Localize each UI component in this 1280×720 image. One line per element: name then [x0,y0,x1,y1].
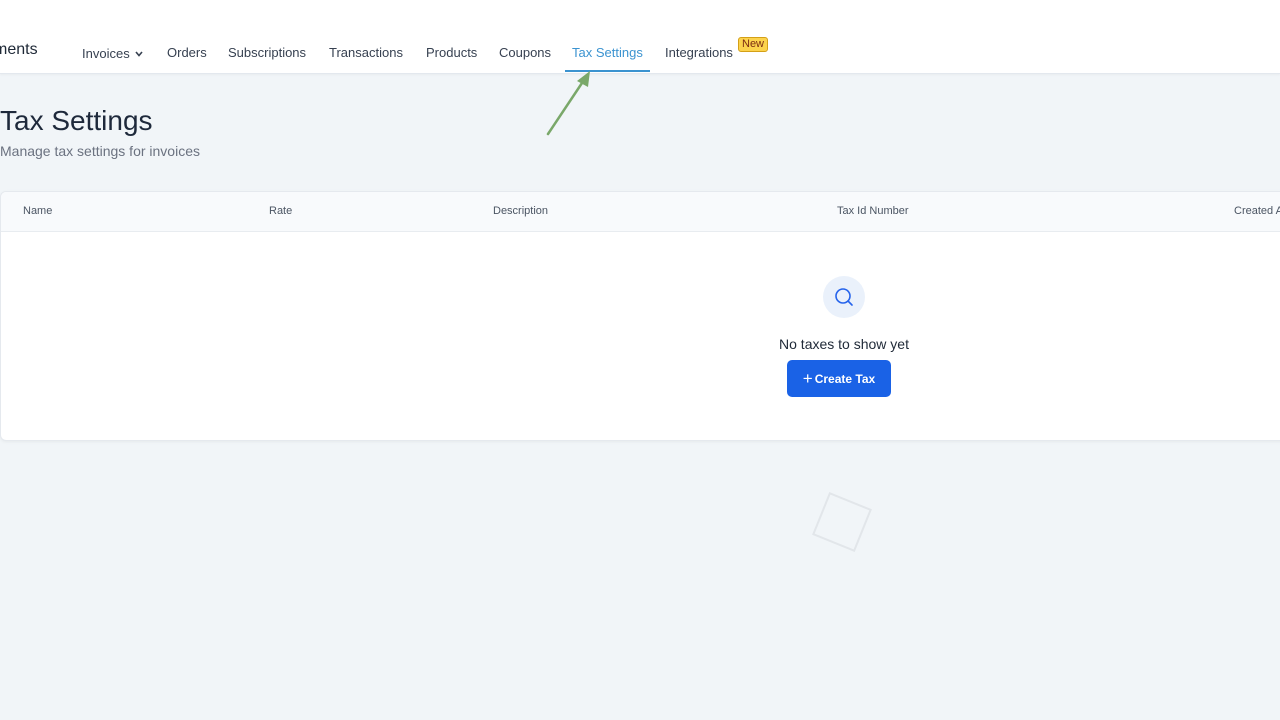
column-header-rate: Rate [269,205,293,217]
table-header: Name Rate Description Tax Id Number Crea… [1,192,1280,232]
nav-products[interactable]: Products [426,45,477,60]
nav-orders[interactable]: Orders [167,45,207,60]
column-header-description: Description [493,205,549,217]
nav-invoices-label: Invoices [82,46,130,61]
nav-transactions[interactable]: Transactions [329,45,403,60]
empty-state-text: No taxes to show yet [779,336,909,352]
decorative-diamond-icon [812,492,872,552]
top-navigation: yments Invoices Orders Subscriptions Tra… [0,0,1280,74]
app-brand: yments [0,41,38,58]
nav-coupons[interactable]: Coupons [499,45,551,60]
nav-tax-settings[interactable]: Tax Settings [572,45,643,60]
chevron-down-icon [135,45,143,60]
column-header-name: Name [23,205,53,217]
create-tax-label: Create Tax [814,371,876,386]
annotation-arrow-icon [546,71,590,136]
new-badge: New [738,37,769,52]
page-subtitle: Manage tax settings for invoices [0,143,200,159]
column-header-tax-id-number: Tax Id Number [837,205,909,217]
nav-invoices[interactable]: Invoices [82,45,143,61]
nav-integrations[interactable]: Integrations [665,45,733,60]
tax-table-card: Name Rate Description Tax Id Number Crea… [0,191,1280,441]
search-icon [823,276,865,318]
create-tax-button[interactable]: + Create Tax [787,360,891,397]
nav-subscriptions[interactable]: Subscriptions [228,45,306,60]
column-header-created-at: Created At [1234,205,1280,217]
plus-icon: + [802,369,813,388]
page-title: Tax Settings [0,105,153,136]
